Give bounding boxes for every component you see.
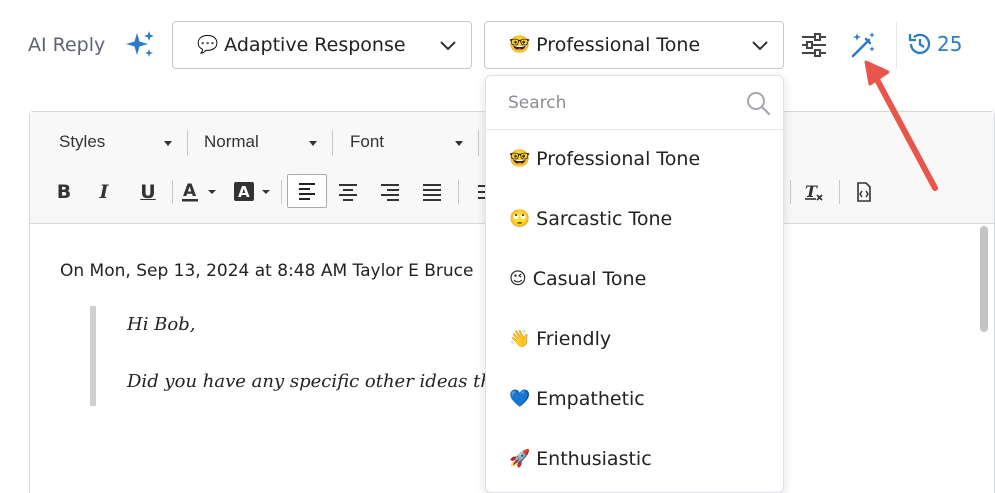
history-count: 25 [937,32,963,56]
tone-select-label: Professional Tone [536,34,701,56]
toolbar-divider [839,180,840,204]
caret-down-icon [309,141,317,146]
menu-item-casual-tone[interactable]: 😉 Casual Tone [486,249,783,309]
toolbar-divider [478,130,479,156]
sliders-icon[interactable] [800,32,828,58]
svg-text:T: T [805,182,818,201]
underline-icon[interactable]: U [134,176,162,208]
quote-text: Did you have any specific other ideas th… [127,371,520,392]
italic-icon[interactable]: I [90,176,118,208]
menu-item-friendly[interactable]: 👋 Friendly [486,309,783,369]
toolbar-divider [172,180,173,204]
blockquote-bar [90,306,96,406]
magic-wand-icon[interactable] [848,30,878,60]
sparkle-icon [126,31,154,57]
align-center-icon[interactable] [334,176,362,208]
history-icon [908,33,931,55]
styles-dropdown[interactable]: Styles [59,132,177,152]
nerd-face-icon: 🤓 [509,35,531,55]
adaptive-response-label: Adaptive Response [224,34,406,56]
menu-item-professional-tone[interactable]: 🤓 Professional Tone [486,129,783,189]
format-dropdown[interactable]: Normal [204,132,324,152]
align-right-icon[interactable] [376,176,404,208]
background-color-icon[interactable]: A [232,176,274,208]
ai-reply-label: AI Reply [28,34,106,56]
toolbar-divider [790,180,791,204]
waving-hand-icon: 👋 [509,329,531,349]
toolbar-divider [187,130,188,156]
text-color-icon[interactable]: A [180,176,220,208]
eye-roll-face-icon: 🙄 [509,209,531,229]
toolbar-divider [332,130,333,156]
adaptive-response-select[interactable]: 💬 Adaptive Response [172,21,472,69]
tone-dropdown-menu: 🤓 Professional Tone 🙄 Sarcastic Tone 😉 C… [485,75,784,493]
search-input[interactable] [508,88,728,118]
annotation-arrow [864,60,938,191]
clear-formatting-icon[interactable]: T [800,176,828,208]
bold-icon[interactable]: B [50,176,78,208]
svg-text:A: A [183,181,197,201]
toolbar-divider [458,180,459,204]
editor-scrollbar[interactable] [980,226,988,332]
tone-select[interactable]: 🤓 Professional Tone [484,21,784,69]
rocket-icon: 🚀 [509,449,531,469]
menu-search [486,76,783,130]
search-icon [747,92,771,116]
menu-item-empathetic[interactable]: 💙 Empathetic [486,369,783,429]
align-justify-icon[interactable] [418,176,446,208]
caret-down-icon [164,141,172,146]
quote-greeting: Hi Bob, [127,314,196,335]
menu-item-sarcastic-tone[interactable]: 🙄 Sarcastic Tone [486,189,783,249]
blue-heart-icon: 💙 [509,389,531,409]
svg-text:A: A [238,183,250,201]
caret-down-icon [455,141,463,146]
chevron-down-icon [752,41,768,51]
align-left-icon[interactable] [287,174,327,208]
speech-bubble-icon: 💬 [197,35,219,55]
history-button[interactable]: 25 [907,31,962,57]
chevron-down-icon [440,41,456,51]
toolbar-divider [281,180,282,204]
wink-face-icon: 😉 [509,269,527,289]
nerd-face-icon: 🤓 [509,149,531,169]
font-dropdown[interactable]: Font [350,132,470,152]
quote-header: On Mon, Sep 13, 2024 at 8:48 AM Taylor E… [60,261,474,281]
menu-item-enthusiastic[interactable]: 🚀 Enthusiastic [486,429,783,489]
